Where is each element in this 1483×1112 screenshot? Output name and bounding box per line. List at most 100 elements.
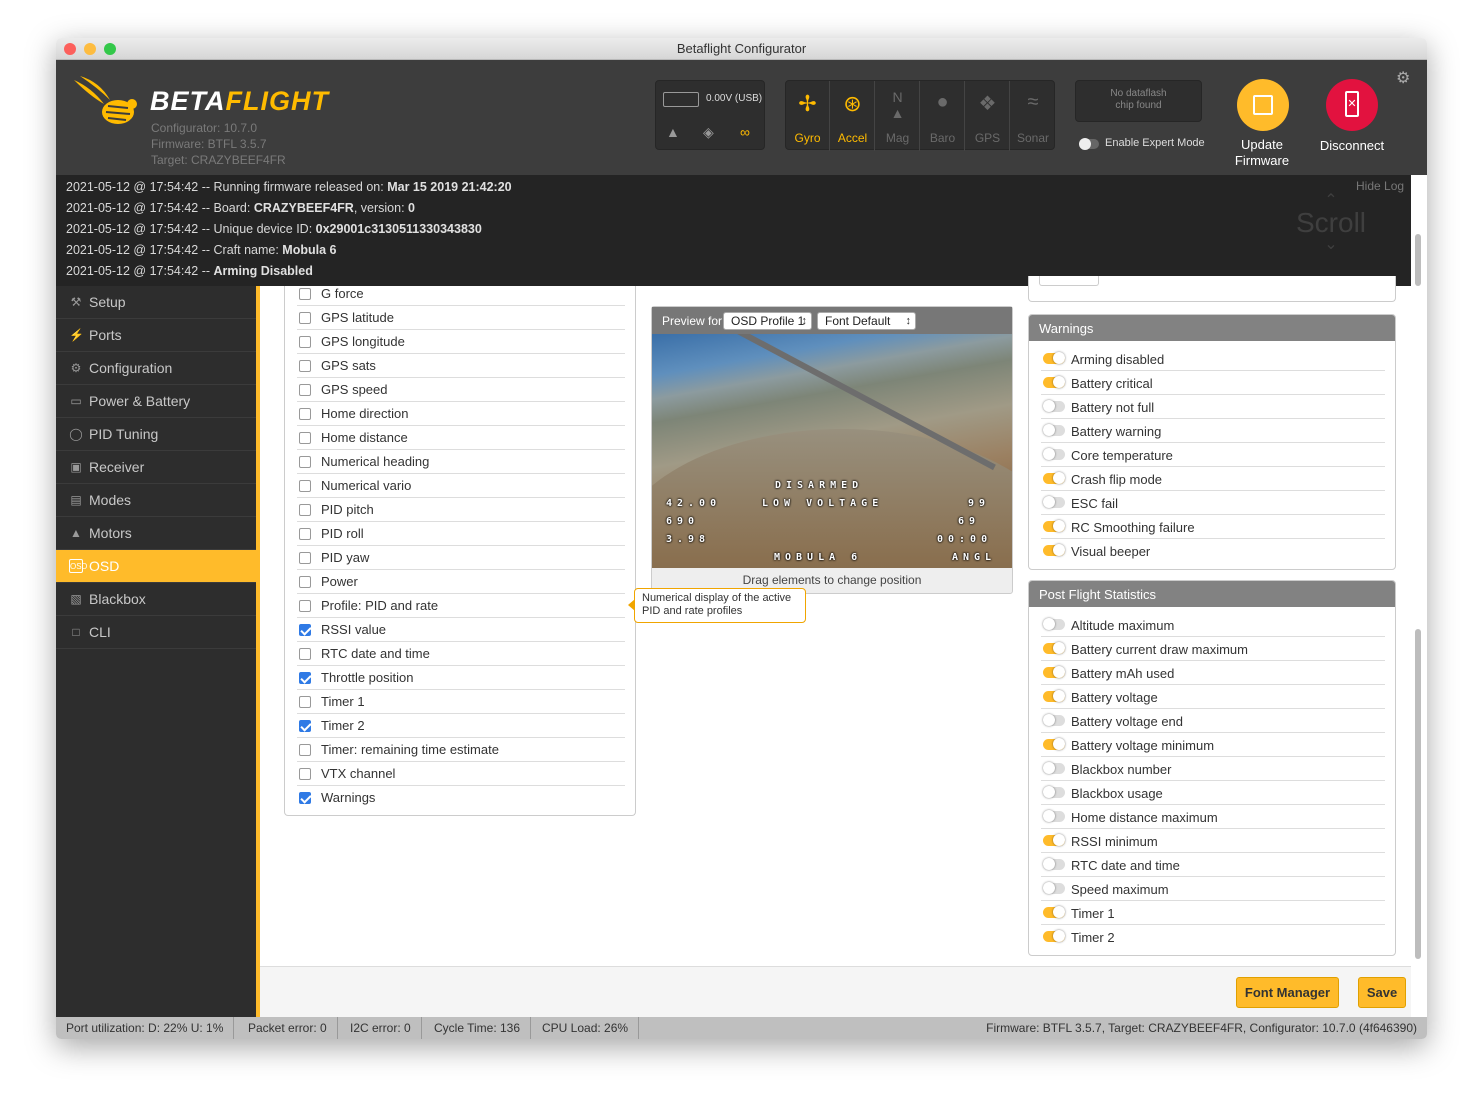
update-firmware-button[interactable] bbox=[1237, 79, 1289, 131]
nav-item-ports[interactable]: ⚡ Ports bbox=[56, 319, 256, 352]
element-row[interactable]: Power bbox=[297, 570, 625, 594]
checkbox[interactable] bbox=[299, 720, 311, 732]
osd-rssi[interactable]: 99 bbox=[968, 498, 990, 509]
checkbox[interactable] bbox=[299, 672, 311, 684]
osd-flight-mode[interactable]: ANGL bbox=[952, 552, 996, 563]
stat-row[interactable]: Home distance maximum bbox=[1041, 805, 1385, 829]
checkbox[interactable] bbox=[299, 576, 311, 588]
element-row[interactable]: Warnings bbox=[297, 786, 625, 810]
stat-row[interactable]: Altitude maximum bbox=[1041, 613, 1385, 637]
osd-throttle[interactable]: 69 bbox=[958, 516, 980, 527]
checkbox[interactable] bbox=[299, 360, 311, 372]
osd-low-voltage[interactable]: LOW VOLTAGE bbox=[762, 498, 883, 509]
element-row[interactable]: PID yaw bbox=[297, 546, 625, 570]
osd-altitude[interactable]: 42.00 bbox=[666, 498, 721, 509]
toggle-switch[interactable] bbox=[1043, 618, 1065, 630]
osd-mah[interactable]: 690 bbox=[666, 516, 699, 527]
element-row[interactable]: GPS longitude bbox=[297, 330, 625, 354]
toggle-switch[interactable] bbox=[1043, 448, 1065, 460]
toggle-switch[interactable] bbox=[1043, 714, 1065, 726]
stat-row[interactable]: Battery current draw maximum bbox=[1041, 637, 1385, 661]
osd-voltage[interactable]: 3.98 bbox=[666, 534, 710, 545]
checkbox[interactable] bbox=[299, 480, 311, 492]
osd-craft-name[interactable]: MOBULA 6 bbox=[774, 552, 862, 563]
element-row[interactable]: Profile: PID and rate bbox=[297, 594, 625, 618]
nav-item-blackbox[interactable]: ▧ Blackbox bbox=[56, 583, 256, 616]
toggle-switch[interactable] bbox=[1043, 930, 1065, 942]
element-row[interactable]: Numerical vario bbox=[297, 474, 625, 498]
checkbox[interactable] bbox=[299, 744, 311, 756]
warning-row[interactable]: Battery not full bbox=[1041, 395, 1385, 419]
toggle-switch[interactable] bbox=[1043, 400, 1065, 412]
toggle-switch[interactable] bbox=[1043, 786, 1065, 798]
toggle-switch[interactable] bbox=[1043, 810, 1065, 822]
font-manager-button[interactable]: Font Manager bbox=[1236, 977, 1339, 1008]
element-row[interactable]: Timer 2 bbox=[297, 714, 625, 738]
osd-disarmed[interactable]: DISARMED bbox=[775, 480, 863, 491]
toggle-switch[interactable] bbox=[1043, 352, 1065, 364]
element-row[interactable]: Timer: remaining time estimate bbox=[297, 738, 625, 762]
warning-row[interactable]: Visual beeper bbox=[1041, 539, 1385, 563]
warning-row[interactable]: RC Smoothing failure bbox=[1041, 515, 1385, 539]
stat-row[interactable]: Timer 1 bbox=[1041, 901, 1385, 925]
warning-row[interactable]: Arming disabled bbox=[1041, 347, 1385, 371]
checkbox[interactable] bbox=[299, 696, 311, 708]
checkbox[interactable] bbox=[299, 600, 311, 612]
element-row[interactable]: GPS sats bbox=[297, 354, 625, 378]
checkbox[interactable] bbox=[299, 312, 311, 324]
stat-row[interactable]: Battery voltage minimum bbox=[1041, 733, 1385, 757]
warning-row[interactable]: Battery warning bbox=[1041, 419, 1385, 443]
element-row[interactable]: VTX channel bbox=[297, 762, 625, 786]
checkbox[interactable] bbox=[299, 792, 311, 804]
toggle-switch[interactable] bbox=[1043, 496, 1065, 508]
stat-row[interactable]: Speed maximum bbox=[1041, 877, 1385, 901]
content-scrollbar[interactable] bbox=[1415, 629, 1421, 959]
toggle-switch[interactable] bbox=[1043, 762, 1065, 774]
nav-item-pid-tuning[interactable]: ◯ PID Tuning bbox=[56, 418, 256, 451]
element-row[interactable]: PID pitch bbox=[297, 498, 625, 522]
warning-row[interactable]: Crash flip mode bbox=[1041, 467, 1385, 491]
gear-icon[interactable]: ⚙ bbox=[1396, 68, 1410, 88]
warning-row[interactable]: Battery critical bbox=[1041, 371, 1385, 395]
toggle-switch[interactable] bbox=[1043, 738, 1065, 750]
nav-item-power-battery[interactable]: ▭ Power & Battery bbox=[56, 385, 256, 418]
element-row[interactable]: Timer 1 bbox=[297, 690, 625, 714]
font-select[interactable]: Font Default bbox=[817, 312, 916, 330]
element-row[interactable]: Home direction bbox=[297, 402, 625, 426]
osd-timer[interactable]: 00:00 bbox=[937, 534, 992, 545]
toggle-switch[interactable] bbox=[1043, 666, 1065, 678]
toggle-switch[interactable] bbox=[1043, 376, 1065, 388]
toggle-switch[interactable] bbox=[1043, 834, 1065, 846]
toggle-switch[interactable] bbox=[1043, 906, 1065, 918]
checkbox[interactable] bbox=[299, 288, 311, 300]
toggle-switch[interactable] bbox=[1043, 424, 1065, 436]
checkbox[interactable] bbox=[299, 768, 311, 780]
element-row[interactable]: Numerical heading bbox=[297, 450, 625, 474]
element-row[interactable]: PID roll bbox=[297, 522, 625, 546]
stat-row[interactable]: Timer 2 bbox=[1041, 925, 1385, 949]
nav-item-receiver[interactable]: ▣ Receiver bbox=[56, 451, 256, 484]
nav-item-modes[interactable]: ▤ Modes bbox=[56, 484, 256, 517]
close-window-button[interactable] bbox=[64, 43, 76, 55]
stat-row[interactable]: Battery voltage bbox=[1041, 685, 1385, 709]
window-scrollbar[interactable] bbox=[1415, 234, 1421, 286]
stat-row[interactable]: Blackbox number bbox=[1041, 757, 1385, 781]
checkbox[interactable] bbox=[299, 336, 311, 348]
checkbox[interactable] bbox=[299, 624, 311, 636]
warning-row[interactable]: Core temperature bbox=[1041, 443, 1385, 467]
element-row[interactable]: G force bbox=[297, 282, 625, 306]
hide-log-link[interactable]: Hide Log bbox=[1356, 179, 1404, 193]
checkbox[interactable] bbox=[299, 648, 311, 660]
nav-item-configuration[interactable]: ⚙ Configuration bbox=[56, 352, 256, 385]
osd-preview-image[interactable]: DISARMED LOW VOLTAGE 42.00 690 3.98 99 6… bbox=[652, 334, 1012, 568]
expert-mode-toggle[interactable] bbox=[1079, 138, 1099, 150]
stat-row[interactable]: RSSI minimum bbox=[1041, 829, 1385, 853]
stat-row[interactable]: Battery voltage end bbox=[1041, 709, 1385, 733]
element-row[interactable]: GPS speed bbox=[297, 378, 625, 402]
stat-row[interactable]: Battery mAh used bbox=[1041, 661, 1385, 685]
minimize-window-button[interactable] bbox=[84, 43, 96, 55]
nav-item-motors[interactable]: ▲ Motors bbox=[56, 517, 256, 550]
profile-select[interactable]: OSD Profile 1 bbox=[723, 312, 812, 330]
stat-row[interactable]: Blackbox usage bbox=[1041, 781, 1385, 805]
checkbox[interactable] bbox=[299, 408, 311, 420]
